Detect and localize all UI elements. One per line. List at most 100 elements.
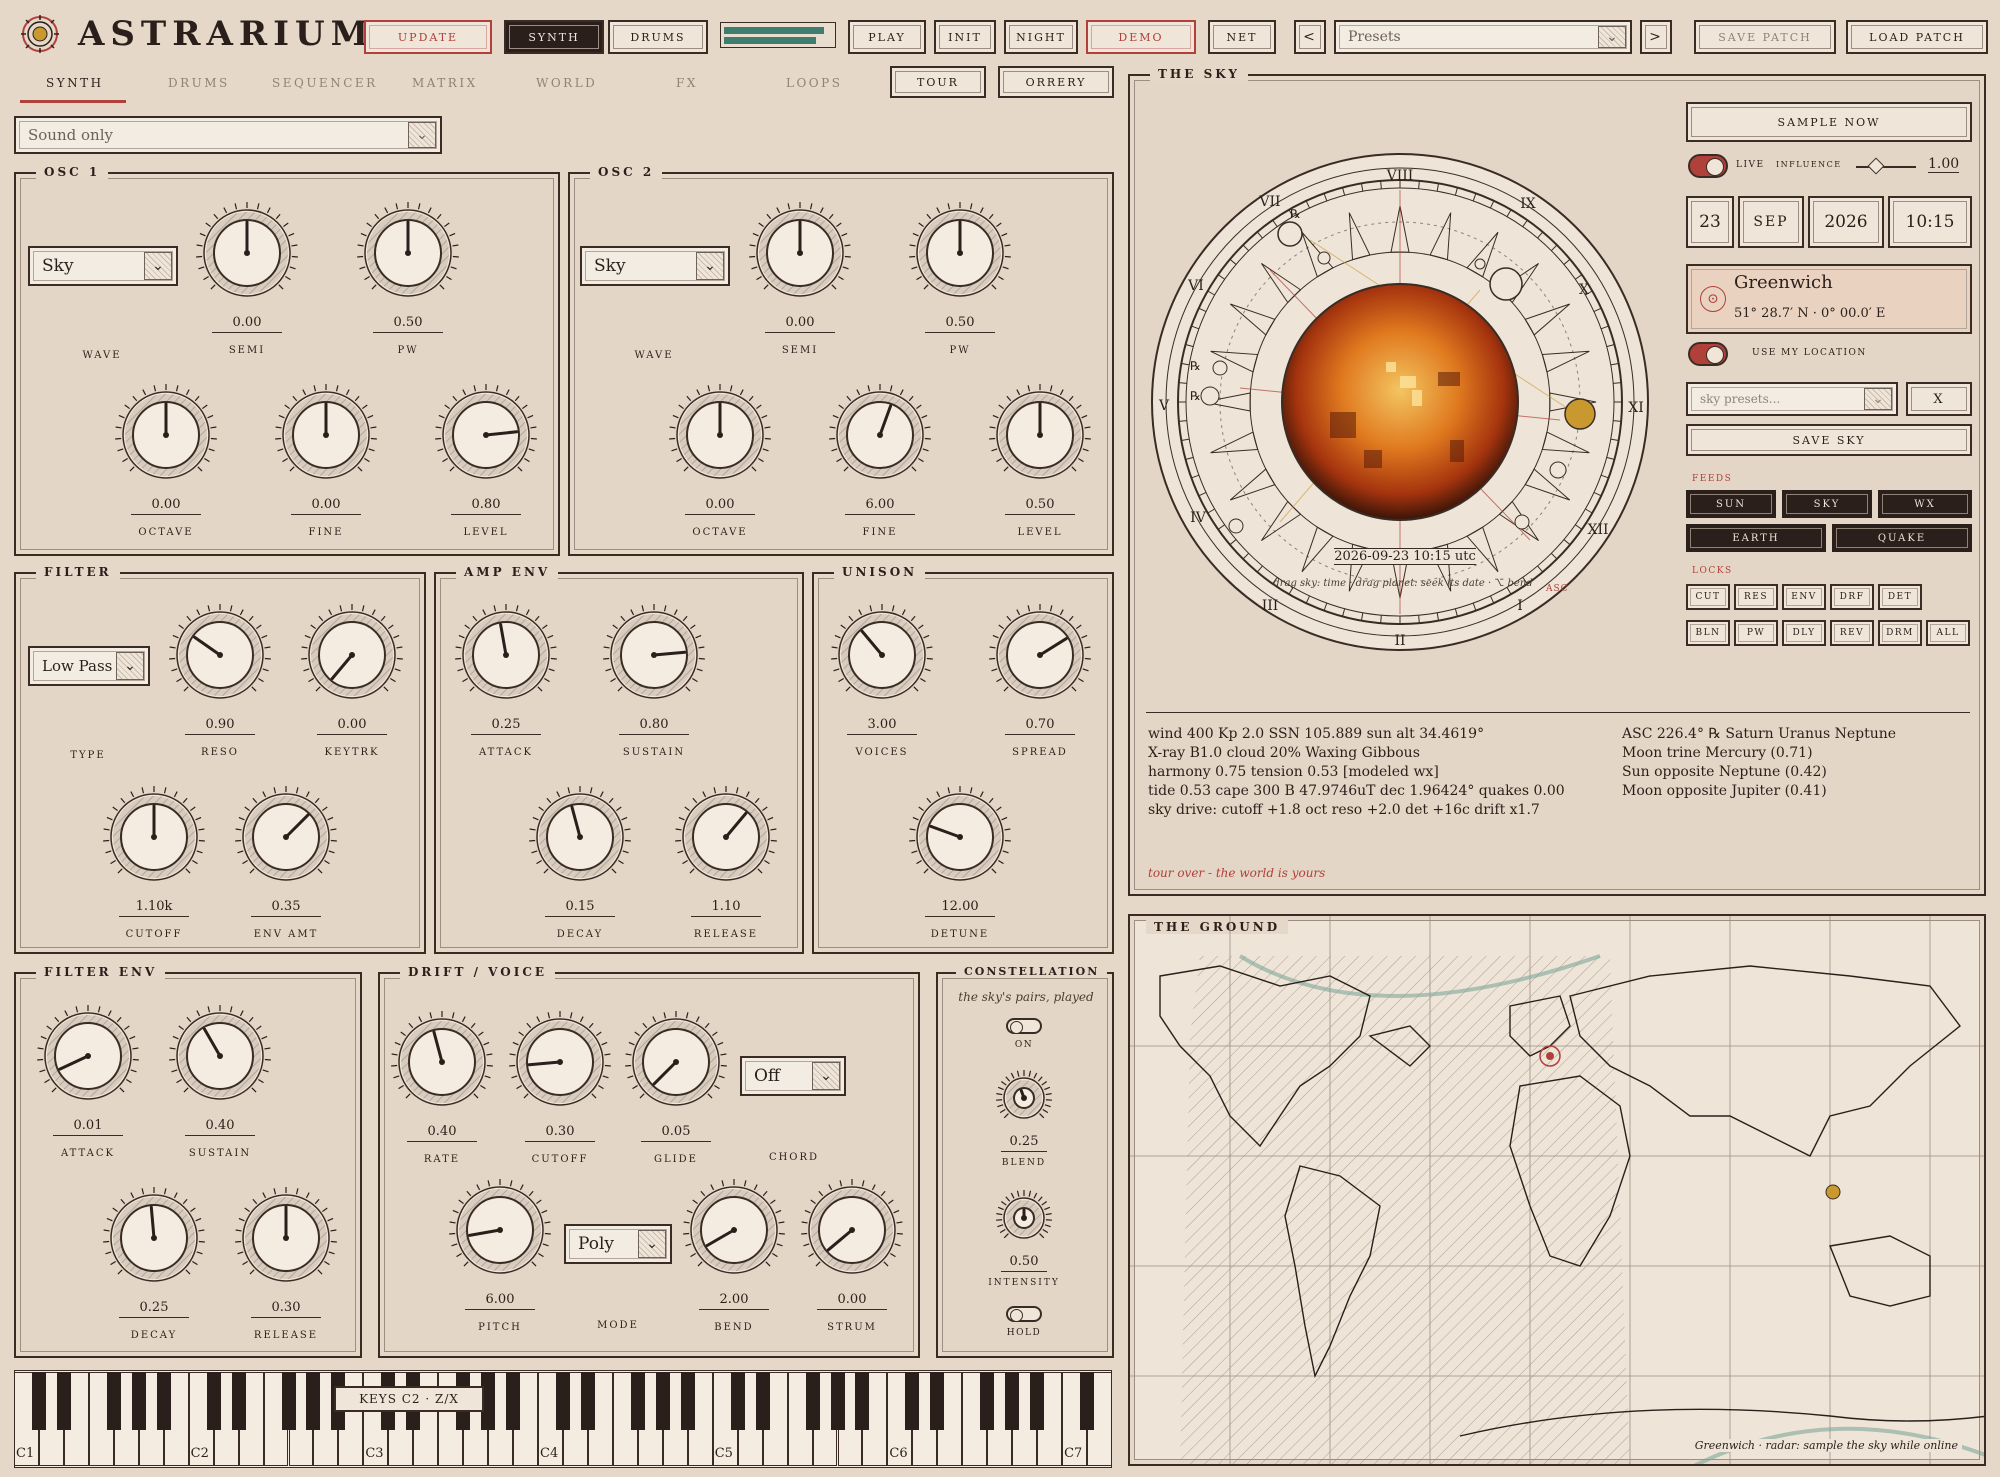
synth-mode-button[interactable]: SYNTH [504,20,604,54]
orrery-button[interactable]: ORRERY [998,66,1114,98]
lock-drm-button[interactable]: DRM [1878,620,1922,646]
piano-black-key[interactable] [56,1372,71,1430]
tab-loops[interactable]: LOOPS [786,76,842,90]
piano-black-key[interactable] [556,1372,570,1430]
init-button[interactable]: INIT [934,20,996,54]
feed-quake-button[interactable]: QUAKE [1832,524,1972,552]
piano-black-key[interactable] [630,1372,645,1430]
constellation-hold-toggle[interactable] [1006,1306,1042,1322]
drums-mode-button[interactable]: DRUMS [608,20,708,54]
chord-select[interactable]: Off ⌄ [740,1056,846,1096]
tab-fx[interactable]: FX [676,76,698,90]
osc1-pw-knob[interactable] [353,198,463,308]
live-toggle[interactable] [1688,154,1728,178]
piano-black-key[interactable] [206,1372,221,1430]
drift-bend-knob[interactable] [679,1175,789,1285]
piano-black-key[interactable] [231,1372,246,1430]
osc2-pw-knob[interactable] [905,198,1015,308]
osc1-wave-select[interactable]: Sky ⌄ [28,246,178,286]
save-sky-button[interactable]: SAVE SKY [1686,424,1972,456]
piano-black-key[interactable] [1030,1372,1045,1430]
lock-res-button[interactable]: RES [1734,584,1778,610]
load-patch-button[interactable]: LOAD PATCH [1846,20,1988,54]
date-year-field[interactable]: 2026 [1808,196,1884,248]
mode-select[interactable]: Sound only ⌄ [14,116,442,154]
lock-det-button[interactable]: DET [1878,584,1922,610]
lock-all-button[interactable]: ALL [1926,620,1970,646]
filterenv-release-knob[interactable] [231,1183,341,1293]
piano-black-key[interactable] [1005,1372,1020,1430]
piano-black-key[interactable] [1080,1372,1095,1430]
filterenv-decay-knob[interactable] [99,1183,209,1293]
piano-black-key[interactable] [980,1372,995,1430]
constellation-intensity-knob[interactable] [992,1186,1056,1250]
voice-mode-select[interactable]: Poly ⌄ [564,1224,672,1264]
piano-black-key[interactable] [506,1372,521,1430]
sample-now-button[interactable]: SAMPLE NOW [1686,102,1972,142]
astro-wheel[interactable]: VIII VII IX X XI XII II III IV V VI I ℞ ℞ ℞ [1150,150,1650,670]
osc1-level-knob[interactable] [431,380,541,490]
osc2-semi-knob[interactable] [745,198,855,308]
constellation-on-toggle[interactable] [1006,1018,1042,1034]
osc2-level-knob[interactable] [985,380,1095,490]
sky-presets-select[interactable]: sky presets... ⌄ [1686,382,1898,416]
feed-sky-button[interactable]: SKY [1782,490,1872,518]
ampenv-attack-knob[interactable] [451,600,561,710]
save-patch-button[interactable]: SAVE PATCH [1694,20,1836,54]
lock-dly-button[interactable]: DLY [1782,620,1826,646]
osc1-semi-knob[interactable] [192,198,302,308]
clear-sky-preset-button[interactable]: X [1906,382,1972,416]
filter-type-select[interactable]: Low Pass ⌄ [28,646,150,686]
date-day-field[interactable]: 23 [1686,196,1734,248]
tab-synth[interactable]: SYNTH [46,76,104,90]
lock-bln-button[interactable]: BLN [1686,620,1730,646]
location-box[interactable]: ⊙ Greenwich 51° 28.7′ N · 0° 00.0′ E [1686,264,1972,334]
ampenv-decay-knob[interactable] [525,782,635,892]
ampenv-release-knob[interactable] [671,782,781,892]
filterenv-attack-knob[interactable] [33,1001,143,1111]
lock-cut-button[interactable]: CUT [1686,584,1730,610]
piano-black-key[interactable] [905,1372,920,1430]
feed-sun-button[interactable]: SUN [1686,490,1776,518]
demo-button[interactable]: DEMO [1086,20,1196,54]
filter-cutoff-knob[interactable] [99,782,209,892]
filter-keytrk-knob[interactable] [297,600,407,710]
drift-strum-knob[interactable] [797,1175,907,1285]
piano-black-key[interactable] [306,1372,321,1430]
unison-spread-knob[interactable] [985,600,1095,710]
drift-pitch-knob[interactable] [445,1175,555,1285]
tab-matrix[interactable]: MATRIX [412,76,478,90]
piano-black-key[interactable] [106,1372,121,1430]
unison-voices-knob[interactable] [827,600,937,710]
lock-pw-button[interactable]: PW [1734,620,1778,646]
unison-detune-knob[interactable] [905,782,1015,892]
piano-black-key[interactable] [730,1372,745,1430]
piano-black-key[interactable] [755,1372,770,1430]
drift-glide-knob[interactable] [621,1007,731,1117]
feed-wx-button[interactable]: WX [1878,490,1972,518]
filterenv-sustain-knob[interactable] [165,1001,275,1111]
piano-black-key[interactable] [31,1372,46,1430]
ampenv-sustain-knob[interactable] [599,600,709,710]
lock-rev-button[interactable]: REV [1830,620,1874,646]
play-button[interactable]: PLAY [848,20,926,54]
piano-black-key[interactable] [680,1372,695,1430]
filter-reso-knob[interactable] [165,600,275,710]
piano-black-key[interactable] [281,1372,296,1430]
feed-earth-button[interactable]: EARTH [1686,524,1826,552]
tour-button[interactable]: TOUR [890,66,986,98]
lock-drf-button[interactable]: DRF [1830,584,1874,610]
piano-black-key[interactable] [655,1372,670,1430]
night-button[interactable]: NIGHT [1004,20,1078,54]
piano-black-key[interactable] [156,1372,171,1430]
drift-rate-knob[interactable] [387,1007,497,1117]
tab-world[interactable]: WORLD [536,76,597,90]
time-field[interactable]: 10:15 [1888,196,1972,248]
filter-envamt-knob[interactable] [231,782,341,892]
piano-black-key[interactable] [580,1372,595,1430]
piano-black-key[interactable] [830,1372,845,1430]
tab-sequencer[interactable]: SEQUENCER [272,76,378,90]
piano-black-key[interactable] [855,1372,870,1430]
piano-black-key[interactable] [131,1372,146,1430]
drift-cutoff-knob[interactable] [505,1007,615,1117]
